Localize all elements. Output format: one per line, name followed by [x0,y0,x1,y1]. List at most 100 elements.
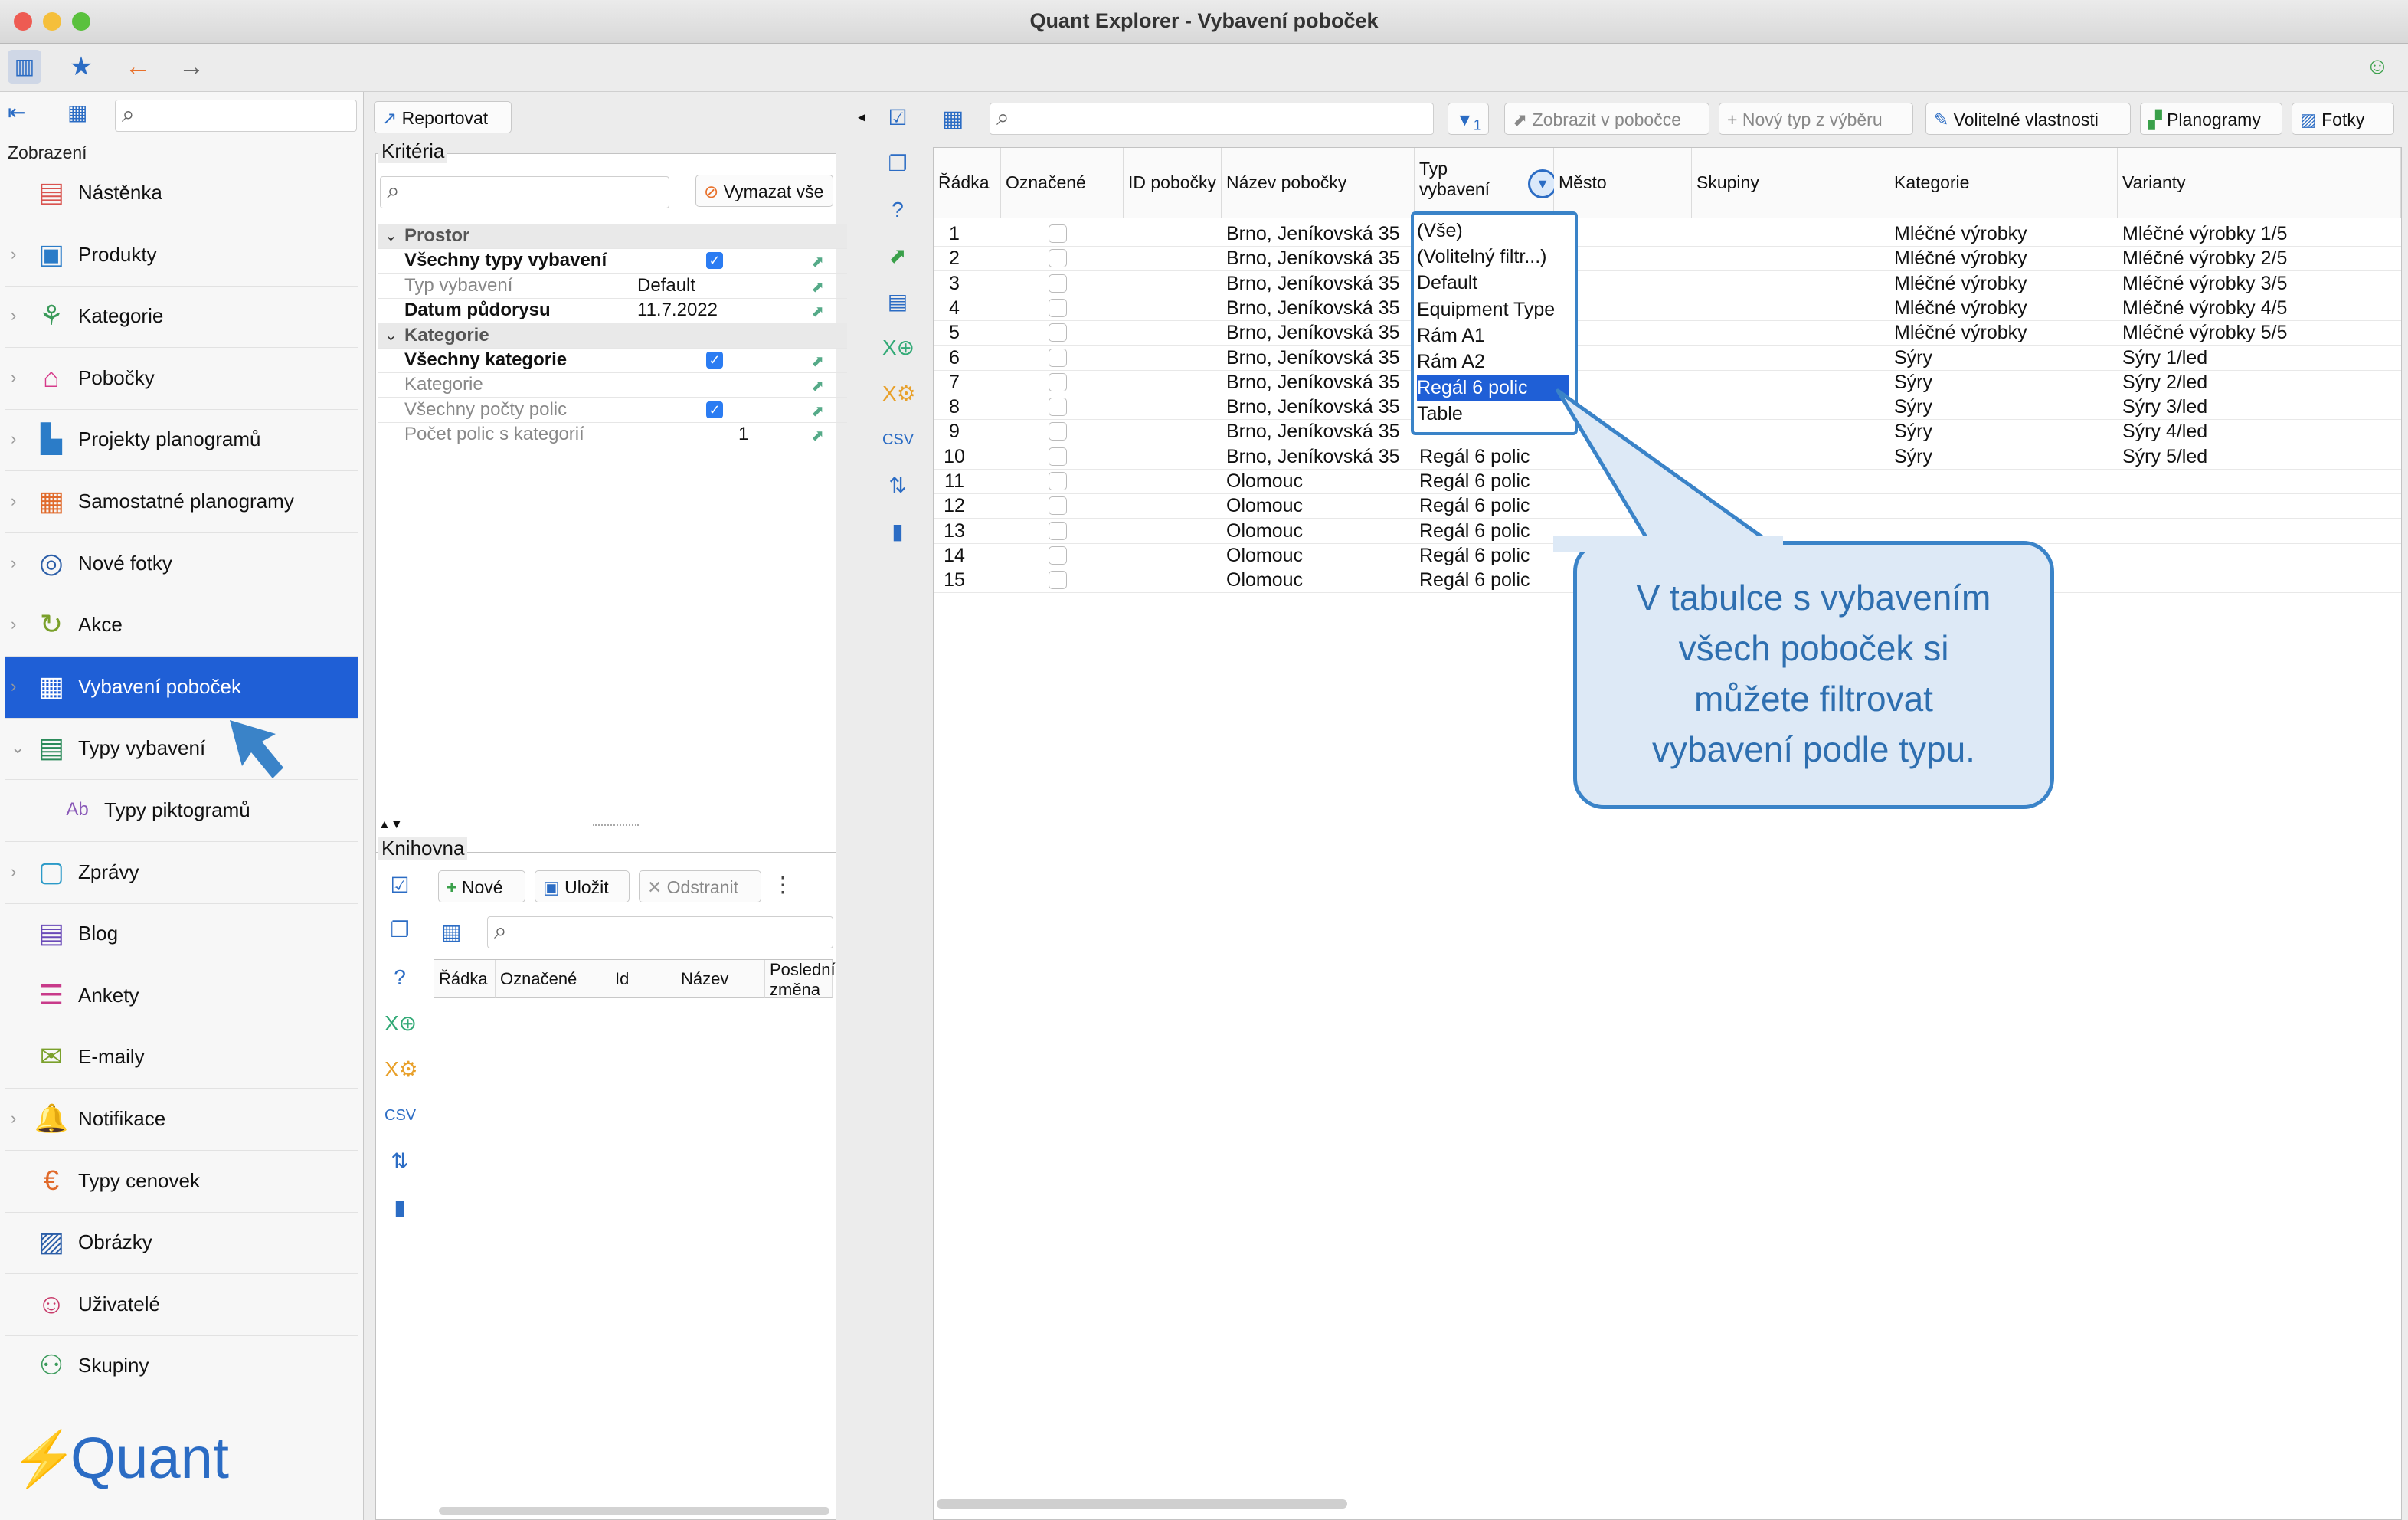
toggle-sidebar-icon[interactable]: ▥ [8,50,41,84]
row-checkbox[interactable] [1049,298,1067,317]
document-icon[interactable]: ▤ [882,287,913,317]
select-all-icon[interactable]: ☑ [384,870,415,901]
dropdown-option[interactable]: Rám A2 [1417,349,1569,375]
row-checkbox[interactable] [1049,472,1067,490]
chevron-icon[interactable]: › [11,676,16,696]
chevron-icon[interactable]: › [11,614,16,634]
dropdown-option[interactable]: (Volitelný filtr...) [1417,244,1569,270]
checkbox[interactable]: ✓ [706,252,723,270]
column-header[interactable]: Označené [1001,148,1124,218]
sidebar-item-2[interactable]: › ▣ Produkty [5,224,358,287]
dropdown-option[interactable]: Regál 6 polic [1417,375,1569,401]
sidebar-item-5[interactable]: › ▙ Projekty planogramů [5,409,358,472]
column-filter-icon[interactable]: ▼ [1528,169,1557,198]
chevron-icon[interactable]: ⌄ [11,738,25,758]
criteria-action-icon[interactable]: ⬈ [811,250,824,274]
copy-icon[interactable]: ❐ [882,149,913,179]
sidebar-item-6[interactable]: › ▦ Samostatné planogramy [5,471,358,533]
table-row[interactable]: 2 Brno, Jeníkovská 35 Mléčné výrobky Mléčné… [934,246,2401,272]
smiley-feedback-icon[interactable]: ☺ [2361,50,2394,84]
criteria-row[interactable]: Všechny kategorie ✓ ⬈ [378,348,847,373]
row-checkbox[interactable] [1049,496,1067,516]
sidebar-item-10[interactable]: ⌄ ▤ Typy vybavení [5,718,358,781]
row-checkbox[interactable] [1049,274,1067,293]
library-horizontal-scrollbar[interactable] [439,1507,829,1515]
sidebar-item-12[interactable]: › ▢ Zprávy [5,842,358,904]
criteria-action-icon[interactable]: ⬈ [811,374,824,398]
sidebar-item-4[interactable]: › ⌂ Pobočky [5,348,358,410]
sidebar-item-20[interactable]: ⚇ Skupiny [5,1335,358,1398]
new-button[interactable]: + Nové [438,870,525,902]
chevron-icon[interactable]: › [11,429,16,449]
back-arrow-icon[interactable]: ← [121,50,155,84]
table-transpose-icon[interactable]: ⇅ [384,1146,415,1177]
library-column-header[interactable]: Název [676,960,765,998]
planograms-button[interactable]: ▞ Planogramy [2140,103,2282,135]
row-checkbox[interactable] [1049,447,1067,466]
criteria-value[interactable]: Default [637,274,695,298]
table-horizontal-scrollbar[interactable] [937,1499,1347,1509]
column-header[interactable]: Název pobočky [1222,148,1415,218]
checkbox[interactable]: ✓ [706,352,723,369]
table-row[interactable]: 6 Brno, Jeníkovská 35 Sýry Sýry 1/led [934,346,2401,371]
table-row[interactable]: 1 Brno, Jeníkovská 35 Mléčné výrobky Mléčné… [934,221,2401,247]
row-checkbox[interactable] [1049,545,1067,565]
chevron-icon[interactable]: › [11,862,16,882]
forward-arrow-icon[interactable]: → [175,50,208,84]
row-checkbox[interactable] [1049,348,1067,367]
sidebar-item-9[interactable]: › ▦ Vybavení poboček [5,656,358,719]
criteria-value[interactable]: 1 [738,422,748,447]
excel-import-icon[interactable]: X⊕ [384,1008,417,1039]
table-row[interactable]: 5 Brno, Jeníkovská 35 Mléčné výrobky Mléčné… [934,320,2401,346]
criteria-row[interactable]: Datum půdorysu 11.7.2022 ⬈ [378,298,847,324]
new-type-from-selection-button[interactable]: + Nový typ z výběru [1719,103,1913,135]
column-header[interactable]: Varianty [2118,148,2401,218]
library-column-header[interactable]: Označené [496,960,610,998]
column-header[interactable]: Skupiny [1692,148,1889,218]
criteria-action-icon[interactable]: ⬈ [811,275,824,300]
sidebar-item-18[interactable]: ▨ Obrázky [5,1212,358,1275]
sidebar-item-16[interactable]: › 🔔 Notifikace [5,1089,358,1151]
photos-button[interactable]: ▨ Fotky [2292,103,2394,135]
more-options-icon[interactable]: ⋮ [772,872,793,897]
chevron-down-icon[interactable]: ⌄ [384,224,398,248]
dropdown-option[interactable]: (Vše) [1417,218,1569,244]
row-checkbox[interactable] [1049,224,1067,243]
bar-chart-icon[interactable]: ▮ [882,516,913,547]
table-settings-icon[interactable]: ▦ [67,100,97,129]
csv-export-icon[interactable]: CSV [882,424,914,455]
help-icon[interactable]: ? [384,962,415,993]
criteria-action-icon[interactable]: ⬈ [811,349,824,374]
copy-icon[interactable]: ❐ [384,915,415,945]
dropdown-option[interactable]: Table [1417,401,1569,427]
bar-chart-icon[interactable]: ▮ [384,1192,415,1223]
column-header[interactable]: Město [1554,148,1692,218]
table-settings-icon[interactable]: ▦ [942,106,964,133]
main-search-input[interactable]: ⌕ [990,103,1434,135]
criteria-row[interactable]: Kategorie ⬈ [378,372,847,398]
select-all-icon[interactable]: ☑ [882,103,913,133]
criteria-search-input[interactable]: ⌕ [380,176,669,208]
chevron-down-icon[interactable]: ⌄ [384,323,398,348]
sidebar-item-17[interactable]: € Typy cenovek [5,1151,358,1213]
criteria-row[interactable]: Všechny typy vybavení ✓ ⬈ [378,248,847,274]
chevron-icon[interactable]: › [11,553,16,573]
criteria-row[interactable]: Všechny počty polic ✓ ⬈ [378,398,847,423]
library-column-header[interactable]: Id [610,960,676,998]
save-button[interactable]: ▣ Uložit [535,870,630,902]
column-header[interactable]: Řádka [934,148,1001,218]
help-icon[interactable]: ? [882,195,913,225]
table-transpose-icon[interactable]: ⇅ [882,470,913,501]
column-header[interactable]: ID pobočky [1124,148,1222,218]
sidebar-item-3[interactable]: › ⚘ Kategorie [5,286,358,349]
excel-settings-icon[interactable]: X⚙ [882,378,916,409]
sidebar-item-19[interactable]: ☺ Uživatelé [5,1274,358,1336]
dropdown-option[interactable]: Rám A1 [1417,323,1569,349]
library-search-input[interactable]: ⌕ [487,916,833,948]
csv-export-icon[interactable]: CSV [384,1100,416,1131]
table-settings-icon[interactable]: ▦ [441,919,461,945]
show-in-store-button[interactable]: ⬈ Zobrazit v pobočce [1504,103,1709,135]
row-checkbox[interactable] [1049,323,1067,342]
row-checkbox[interactable] [1049,521,1067,540]
chevron-icon[interactable]: › [11,1109,16,1129]
